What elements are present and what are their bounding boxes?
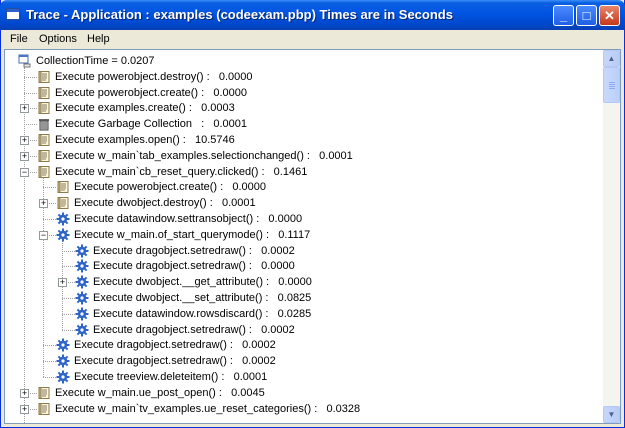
vertical-scrollbar[interactable]: ▲ ▼	[603, 50, 620, 423]
trace-window: Trace - Application : examples (codeexam…	[0, 0, 625, 428]
tree-row-label: Execute dwobject.__set_attribute() : 0.0…	[93, 292, 312, 304]
gear-icon	[56, 370, 70, 384]
maximize-button[interactable]: □	[576, 5, 597, 26]
collapse-icon[interactable]: −	[20, 167, 29, 177]
tree-row-label: Execute w_main.ue_post_open() : 0.0045	[55, 386, 265, 399]
tree-row-label: Execute treeview.deleteitem() : 0.0001	[74, 371, 268, 383]
tree-row[interactable]: Execute dwobject.__set_attribute() : 0.0…	[5, 290, 603, 306]
expand-icon[interactable]: +	[20, 136, 29, 145]
tree-row-label: Execute datawindow.settransobject() : 0.…	[74, 213, 303, 225]
tree-row-label: Execute w_main`tab_examples.selectioncha…	[55, 149, 353, 162]
tree-row-label: Execute w_main`tv_examples.ue_reset_cate…	[55, 402, 361, 415]
script-icon	[37, 70, 51, 84]
tree-row[interactable]: Execute powerobject.create() : 0.0000	[5, 179, 603, 195]
tree-row[interactable]: Execute powerobject.destroy() : 0.0000	[5, 69, 603, 85]
tree-row[interactable]: Execute dragobject.setredraw() : 0.0002	[5, 337, 603, 353]
gear-icon	[56, 212, 70, 226]
tree-row-label: Execute dwobject.destroy() : 0.0001	[74, 197, 256, 210]
tree-row-label: Execute dwobject.__get_attribute() : 0.0…	[93, 276, 312, 289]
close-button[interactable]: ✕	[599, 5, 620, 26]
gear-icon	[75, 244, 89, 258]
trash-icon	[37, 117, 51, 131]
menu-bar: File Options Help	[1, 30, 624, 49]
script-icon	[37, 86, 51, 100]
expand-icon[interactable]: +	[39, 199, 48, 209]
tree-row[interactable]: + Execute w_main`tab_examples.selectionch…	[5, 148, 603, 164]
tree-row[interactable]: Execute treeview.deleteitem() : 0.0001	[5, 369, 603, 385]
tree-row-label: Execute dragobject.setredraw() : 0.0002	[74, 339, 276, 352]
tree-row-label: Execute dragobject.setredraw() : 0.0002	[93, 323, 295, 336]
tree-row-label: Execute examples.open() : 10.5746	[55, 134, 235, 146]
tree-row[interactable]: Execute datawindow.settransobject() : 0.…	[5, 211, 603, 227]
tree-row-label: Execute datawindow.rowsdiscard() : 0.028…	[93, 307, 312, 320]
tree-row[interactable]: + Execute dwobject.destroy() : 0.0001	[5, 195, 603, 211]
tree-row[interactable]: Execute dragobject.setredraw() : 0.0000	[5, 258, 603, 274]
scroll-thumb[interactable]	[603, 67, 620, 103]
collapse-icon[interactable]: −	[39, 230, 48, 240]
expand-icon[interactable]: +	[20, 151, 29, 161]
tree-row[interactable]: + Execute examples.create() : 0.0003	[5, 100, 603, 116]
app-window-icon[interactable]	[6, 8, 20, 20]
script-icon	[56, 180, 70, 194]
script-icon	[37, 386, 51, 400]
expand-icon[interactable]: +	[58, 278, 67, 288]
gear-icon	[56, 338, 70, 352]
gear-icon	[75, 275, 89, 289]
tree-row[interactable]: Execute Garbage Collection : 0.0001	[5, 116, 603, 132]
minimize-button[interactable]: _	[553, 5, 574, 26]
tree-row[interactable]: + Execute dwobject.__get_attribute() : 0.…	[5, 274, 603, 290]
script-icon	[37, 402, 51, 416]
tree-row-label: Execute powerobject.destroy() : 0.0000	[55, 70, 253, 83]
tree-row[interactable]: + Execute w_main`tv_examples.ue_reset_cat…	[5, 401, 603, 417]
tree-row-label: CollectionTime = 0.0207	[36, 55, 155, 67]
expand-icon[interactable]: +	[20, 404, 29, 414]
scroll-up-button[interactable]: ▲	[603, 50, 620, 67]
window-title: Trace - Application : examples (codeexam…	[26, 7, 453, 22]
tree-row-label: Execute dragobject.setredraw() : 0.0002	[74, 355, 276, 368]
trace-tree-view[interactable]: CollectionTime = 0.0207 Execute powerobje…	[4, 49, 621, 424]
tree-row[interactable]: − Execute w_main.of_start_querymode() : 0…	[5, 227, 603, 243]
tree-row[interactable]: + Execute examples.open() : 10.5746	[5, 132, 603, 148]
tree-row[interactable]: Execute dragobject.setredraw() : 0.0002	[5, 353, 603, 369]
expand-icon[interactable]: +	[20, 104, 29, 114]
tree-row[interactable]: + Execute w_main.ue_post_open() : 0.0045	[5, 385, 603, 401]
script-icon	[56, 196, 70, 210]
menu-file[interactable]: File	[10, 33, 28, 45]
tree-row[interactable]: Execute dragobject.setredraw() : 0.0002	[5, 243, 603, 259]
tree-row-label: Execute Garbage Collection : 0.0001	[55, 118, 248, 131]
gear-icon	[56, 354, 70, 368]
tree-row[interactable]: − Execute w_main`cb_reset_query.clicked()…	[5, 164, 603, 180]
tree-row-label: Execute w_main.of_start_querymode() : 0.…	[74, 228, 311, 241]
menu-options[interactable]: Options	[39, 33, 77, 45]
tree-root-icon	[18, 54, 32, 68]
script-icon	[37, 165, 51, 179]
tree-content: CollectionTime = 0.0207 Execute powerobje…	[5, 50, 603, 423]
script-icon	[37, 149, 51, 163]
gear-icon	[75, 323, 89, 337]
menu-help[interactable]: Help	[87, 33, 110, 45]
tree-row-label: Execute powerobject.create() : 0.0000	[74, 181, 266, 194]
tree-row-label: Execute examples.create() : 0.0003	[55, 102, 235, 115]
script-icon	[37, 133, 51, 147]
tree-row[interactable]: Execute powerobject.create() : 0.0000	[5, 85, 603, 101]
tree-row[interactable]: Execute datawindow.rowsdiscard() : 0.028…	[5, 306, 603, 322]
gear-icon	[75, 259, 89, 273]
gear-icon	[56, 228, 70, 242]
tree-row-label: Execute w_main`cb_reset_query.clicked() …	[55, 165, 308, 178]
expand-icon[interactable]: +	[20, 388, 29, 398]
tree-row-label: Execute powerobject.create() : 0.0000	[55, 86, 247, 99]
gear-icon	[75, 291, 89, 305]
title-bar[interactable]: Trace - Application : examples (codeexam…	[0, 0, 625, 30]
tree-row-label: Execute dragobject.setredraw() : 0.0000	[93, 260, 295, 273]
tree-row[interactable]: Execute dragobject.setredraw() : 0.0002	[5, 322, 603, 338]
script-icon	[37, 101, 51, 115]
gear-icon	[75, 307, 89, 321]
scroll-down-button[interactable]: ▼	[603, 406, 620, 423]
tree-row-label: Execute dragobject.setredraw() : 0.0002	[93, 244, 295, 257]
tree-row[interactable]: CollectionTime = 0.0207	[5, 53, 603, 69]
